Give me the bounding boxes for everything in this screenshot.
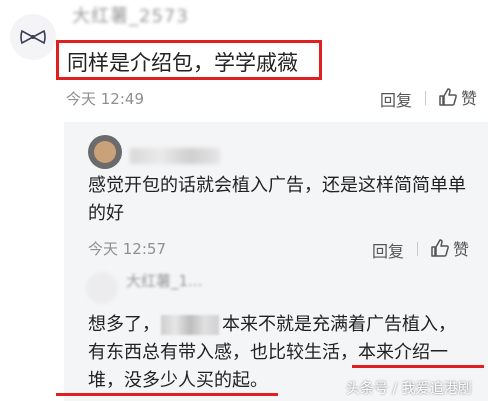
reply-segment: 本来不就是充满着广告植入，	[222, 314, 456, 335]
username[interactable]: 大红薯_1...	[126, 270, 202, 291]
reply-button[interactable]: 回复	[372, 238, 404, 262]
reply-label: 回复	[372, 242, 405, 261]
divider	[417, 242, 418, 256]
comment-time: 今天 12:49	[66, 90, 144, 108]
reply-line-2: 有东西总有带入感，也比较生活，本来介绍一	[88, 339, 448, 367]
like-label: 赞	[453, 240, 470, 259]
divider	[425, 91, 426, 105]
thumbs-up-icon	[439, 88, 457, 106]
watermark: 头条号 / 我爱追港剧	[346, 381, 472, 397]
avatar[interactable]	[88, 135, 122, 169]
reply-line-3: 堆，没多少人买的起。	[88, 370, 268, 391]
highlight-underline	[352, 365, 484, 368]
highlight-underline	[56, 393, 278, 396]
avatar[interactable]	[10, 14, 56, 60]
reply-segment: 有东西总有带入感，也比较生活，	[88, 342, 358, 363]
avatar[interactable]	[86, 272, 118, 304]
like-button[interactable]: 赞	[438, 85, 477, 109]
reply-line-1: 想多了， 本来不就是充满着广告植入，	[88, 311, 456, 339]
reply-button[interactable]: 回复	[380, 87, 412, 111]
username-redacted	[130, 148, 220, 164]
reply-label: 回复	[380, 91, 413, 110]
reply-text: 感觉开包的话就会植入广告，还是这样简简单单的好	[88, 175, 466, 224]
bow-icon	[20, 29, 46, 45]
reply-segment: 本来介绍一	[358, 342, 448, 363]
like-button[interactable]: 赞	[430, 236, 469, 260]
comment-text: 同样是介绍包，学学戚薇	[56, 40, 322, 80]
reply-time: 今天 12:57	[88, 240, 166, 258]
reply-segment: 想多了，	[88, 314, 160, 335]
like-label: 赞	[461, 89, 478, 108]
username[interactable]: 大红薯_2573	[72, 2, 189, 28]
redacted-mosaic	[161, 315, 219, 335]
comment-text-content: 同样是介绍包，学学戚薇	[67, 51, 298, 75]
thumbs-up-icon	[431, 239, 449, 257]
